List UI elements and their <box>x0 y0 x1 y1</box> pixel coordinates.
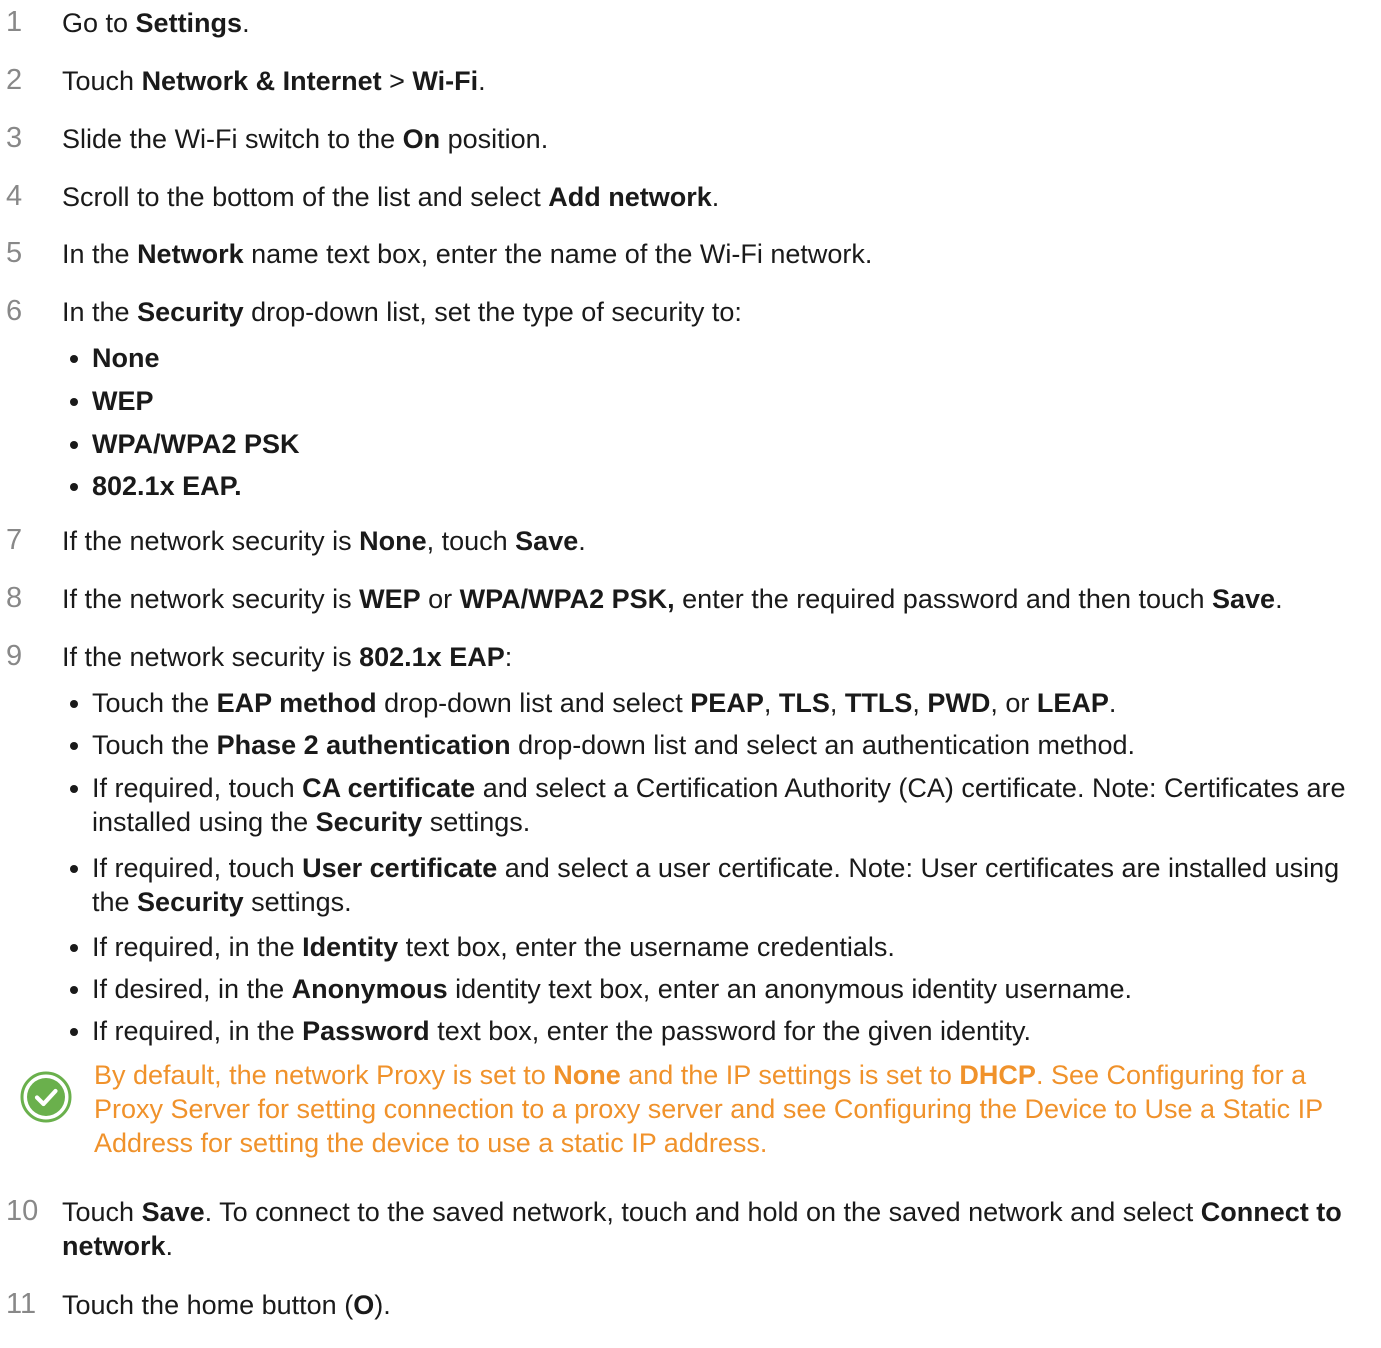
step-text: Touch the home button (O). <box>62 1290 391 1320</box>
step-number: 9 <box>6 640 23 672</box>
step-number: 4 <box>6 180 23 212</box>
list-item: WPA/WPA2 PSK <box>70 427 1357 461</box>
step-text: Touch Network & Internet > Wi-Fi. <box>62 66 486 96</box>
list-item: Touch the EAP method drop-down list and … <box>70 686 1357 720</box>
list-item: If desired, in the Anonymous identity te… <box>70 972 1357 1006</box>
step-text: If the network security is 802.1x EAP: <box>62 642 513 672</box>
step-number: 6 <box>6 295 23 327</box>
step-text: In the Network name text box, enter the … <box>62 239 873 269</box>
step-text: Go to Settings. <box>62 8 250 38</box>
list-item: Touch the Phase 2 authentication drop-do… <box>70 728 1357 762</box>
list-item: None <box>70 341 1357 375</box>
check-circle-icon <box>20 1071 72 1123</box>
step-text: Scroll to the bottom of the list and sel… <box>62 182 720 212</box>
step-number: 2 <box>6 64 23 96</box>
list-item: If required, in the Identity text box, e… <box>70 930 1357 964</box>
step-number: 5 <box>6 237 23 269</box>
step-text: If the network security is WEP or WPA/WP… <box>62 584 1283 614</box>
step-number: 1 <box>6 6 23 38</box>
step-text: If the network security is None, touch S… <box>62 526 586 556</box>
step-number: 11 <box>6 1288 37 1320</box>
list-item: WEP <box>70 384 1357 418</box>
note-text: By default, the network Proxy is set to … <box>94 1060 1323 1158</box>
list-item: If required, touch User certificate and … <box>70 851 1357 919</box>
list-item: If required, in the Password text box, e… <box>70 1014 1357 1048</box>
step-number: 10 <box>6 1195 39 1227</box>
list-item: 802.1x EAP. <box>70 469 1357 503</box>
step-text: Slide the Wi-Fi switch to the On positio… <box>62 124 549 154</box>
list-item: If required, touch CA certificate and se… <box>70 771 1357 839</box>
step-number: 7 <box>6 524 23 556</box>
step-text: Touch Save. To connect to the saved netw… <box>62 1197 1342 1261</box>
home-button-symbol: O <box>353 1290 375 1320</box>
step-number: 3 <box>6 122 23 154</box>
step-number: 8 <box>6 582 23 614</box>
step-text: In the Security drop-down list, set the … <box>62 297 742 327</box>
